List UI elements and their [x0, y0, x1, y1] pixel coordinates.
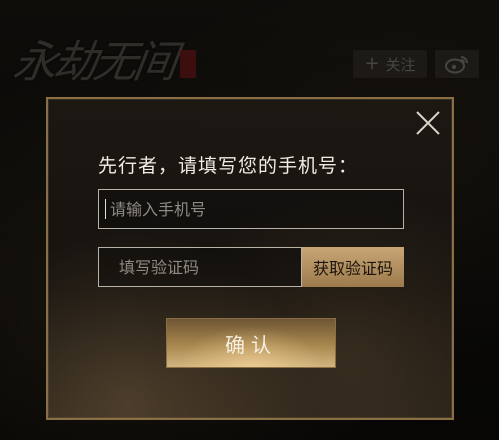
- close-icon: [416, 111, 440, 135]
- confirm-button[interactable]: 确认: [166, 318, 336, 368]
- phone-field[interactable]: [98, 189, 404, 229]
- code-field[interactable]: [98, 247, 302, 287]
- text-caret: [105, 199, 106, 219]
- page-background: 永劫无间 + 关注 先行者，请填写您的手机号： 获取验证: [0, 0, 499, 440]
- close-button[interactable]: [414, 109, 442, 137]
- verification-code-input[interactable]: [117, 256, 301, 278]
- get-code-button[interactable]: 获取验证码: [302, 247, 404, 287]
- phone-login-dialog: 先行者，请填写您的手机号： 获取验证码 确认: [46, 97, 454, 420]
- phone-input[interactable]: [107, 198, 403, 220]
- dialog-title: 先行者，请填写您的手机号：: [98, 155, 359, 177]
